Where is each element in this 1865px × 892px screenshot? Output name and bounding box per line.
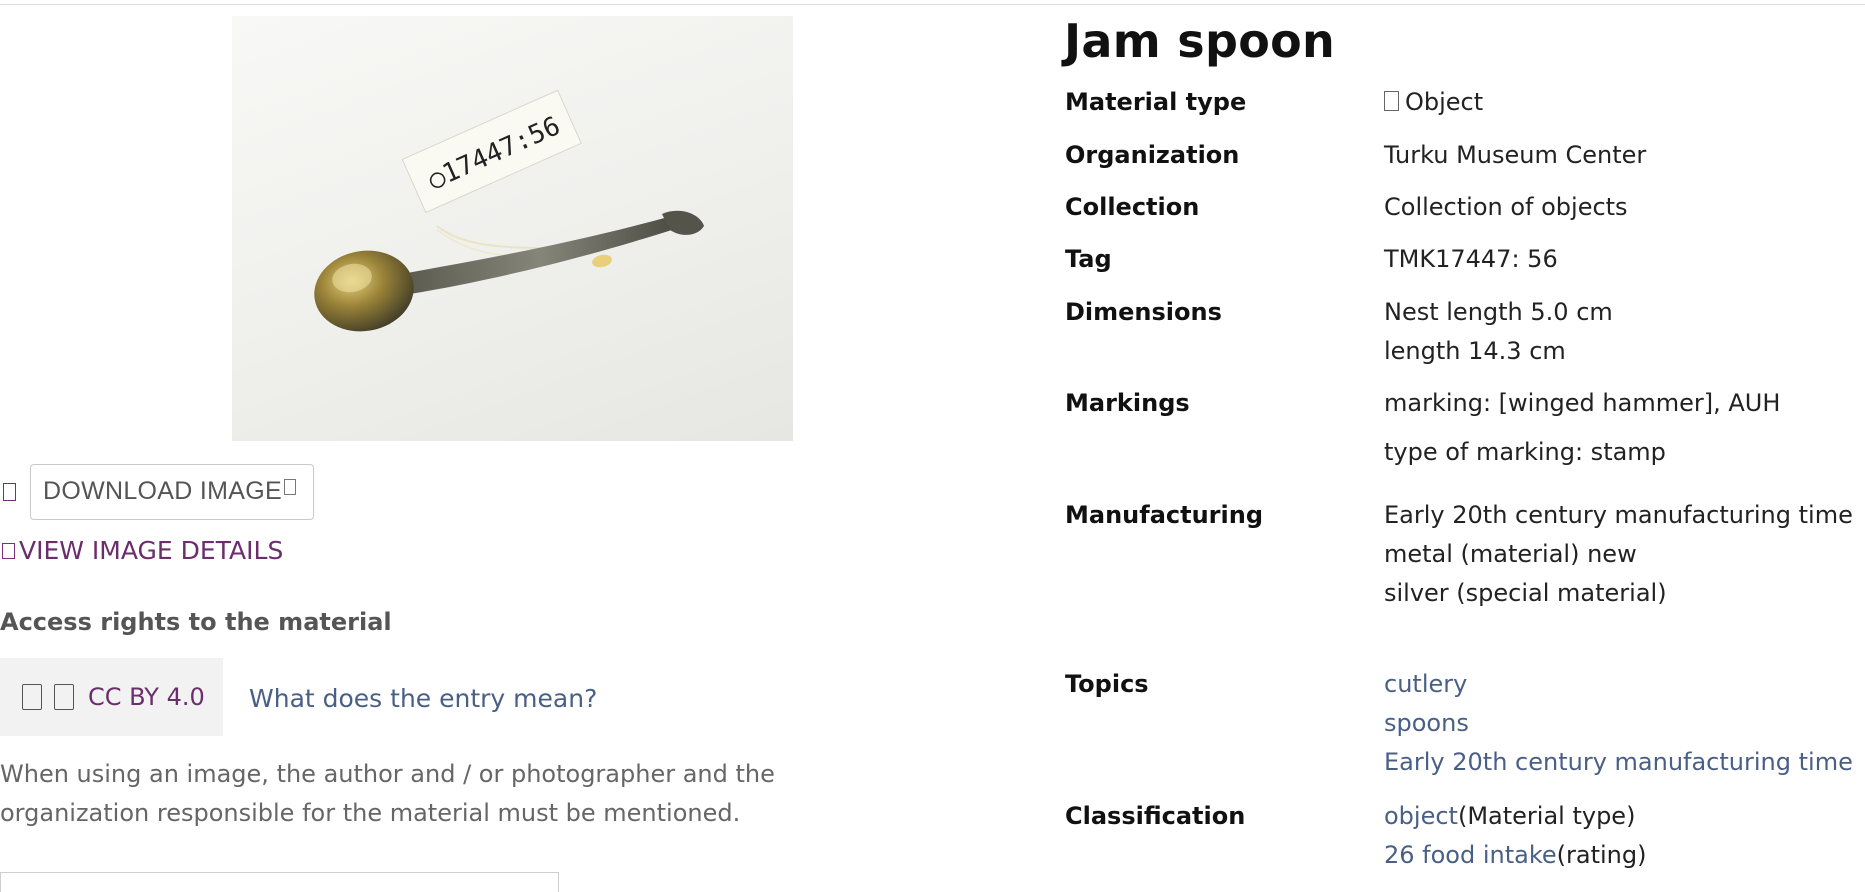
topic-link-spoons[interactable]: spoons <box>1384 704 1853 743</box>
classification-link-food-intake[interactable]: 26 food intake <box>1384 841 1557 869</box>
field-value-line: marking: [winged hammer], AUH <box>1384 389 1781 417</box>
field-label: Material type <box>1065 88 1247 116</box>
topic-link-cutlery[interactable]: cutlery <box>1384 665 1853 704</box>
field-value-line: metal (material) new <box>1384 540 1637 568</box>
field-label: Manufacturing <box>1065 501 1263 529</box>
field-value-line: Nest length 5.0 cm <box>1384 298 1613 326</box>
details-column: Jam spoon Material type Object Organizat… <box>1064 0 1864 883</box>
classification-link-object[interactable]: object <box>1384 802 1458 830</box>
media-column: ○17447:56 DOWNLOAD IMAGE VIEW IMAGE DETA… <box>0 0 1000 892</box>
image-toolbar: DOWNLOAD IMAGE <box>0 463 314 520</box>
classification-suffix: (Material type) <box>1457 802 1636 830</box>
view-image-details-link[interactable]: VIEW IMAGE DETAILS <box>2 536 283 565</box>
by-icon <box>54 684 74 710</box>
record-image[interactable]: ○17447:56 <box>232 16 793 441</box>
access-rights-heading: Access rights to the material <box>0 608 392 636</box>
next-section-box <box>0 872 559 892</box>
field-value: Object <box>1405 88 1484 116</box>
field-value-line: length 14.3 cm <box>1384 337 1566 365</box>
classification-item: object(Material type) <box>1384 797 1646 836</box>
classification-suffix: (rating) <box>1556 841 1647 869</box>
what-does-entry-mean-link[interactable]: What does the entry mean? <box>249 684 597 713</box>
view-image-details-label: VIEW IMAGE DETAILS <box>19 536 284 565</box>
field-value: Turku Museum Center <box>1384 141 1647 169</box>
field-value-line: silver (special material) <box>1384 579 1667 607</box>
license-badge[interactable]: CC BY 4.0 <box>0 658 223 736</box>
field-label: Collection <box>1065 193 1200 221</box>
field-value-line: Early 20th century manufacturing time <box>1384 501 1853 529</box>
field-value-line: type of marking: stamp <box>1384 438 1666 466</box>
image-details-icon <box>2 542 15 559</box>
bookmark-icon[interactable] <box>3 482 16 501</box>
page-title: Jam spoon <box>1064 14 1336 68</box>
download-image-button[interactable]: DOWNLOAD IMAGE <box>30 463 314 520</box>
field-label: Markings <box>1065 389 1190 417</box>
field-label: Organization <box>1065 141 1240 169</box>
download-image-label: DOWNLOAD IMAGE <box>43 477 282 505</box>
field-label: Classification <box>1065 802 1246 830</box>
object-icon <box>1384 91 1399 111</box>
license-label: CC BY 4.0 <box>88 683 205 711</box>
field-label: Topics <box>1065 670 1149 698</box>
usage-note: When using an image, the author and / or… <box>0 760 775 827</box>
spoon-photo: ○17447:56 <box>314 89 704 332</box>
external-link-icon <box>283 478 296 495</box>
cc-icon <box>22 684 42 710</box>
field-label: Tag <box>1065 245 1112 273</box>
topic-link-manufacturing-time[interactable]: Early 20th century manufacturing time <box>1384 743 1853 782</box>
classification-item: 26 food intake(rating) <box>1384 836 1646 875</box>
field-label: Dimensions <box>1065 298 1222 326</box>
field-value: Collection of objects <box>1384 193 1628 221</box>
field-value: TMK17447: 56 <box>1384 245 1558 273</box>
